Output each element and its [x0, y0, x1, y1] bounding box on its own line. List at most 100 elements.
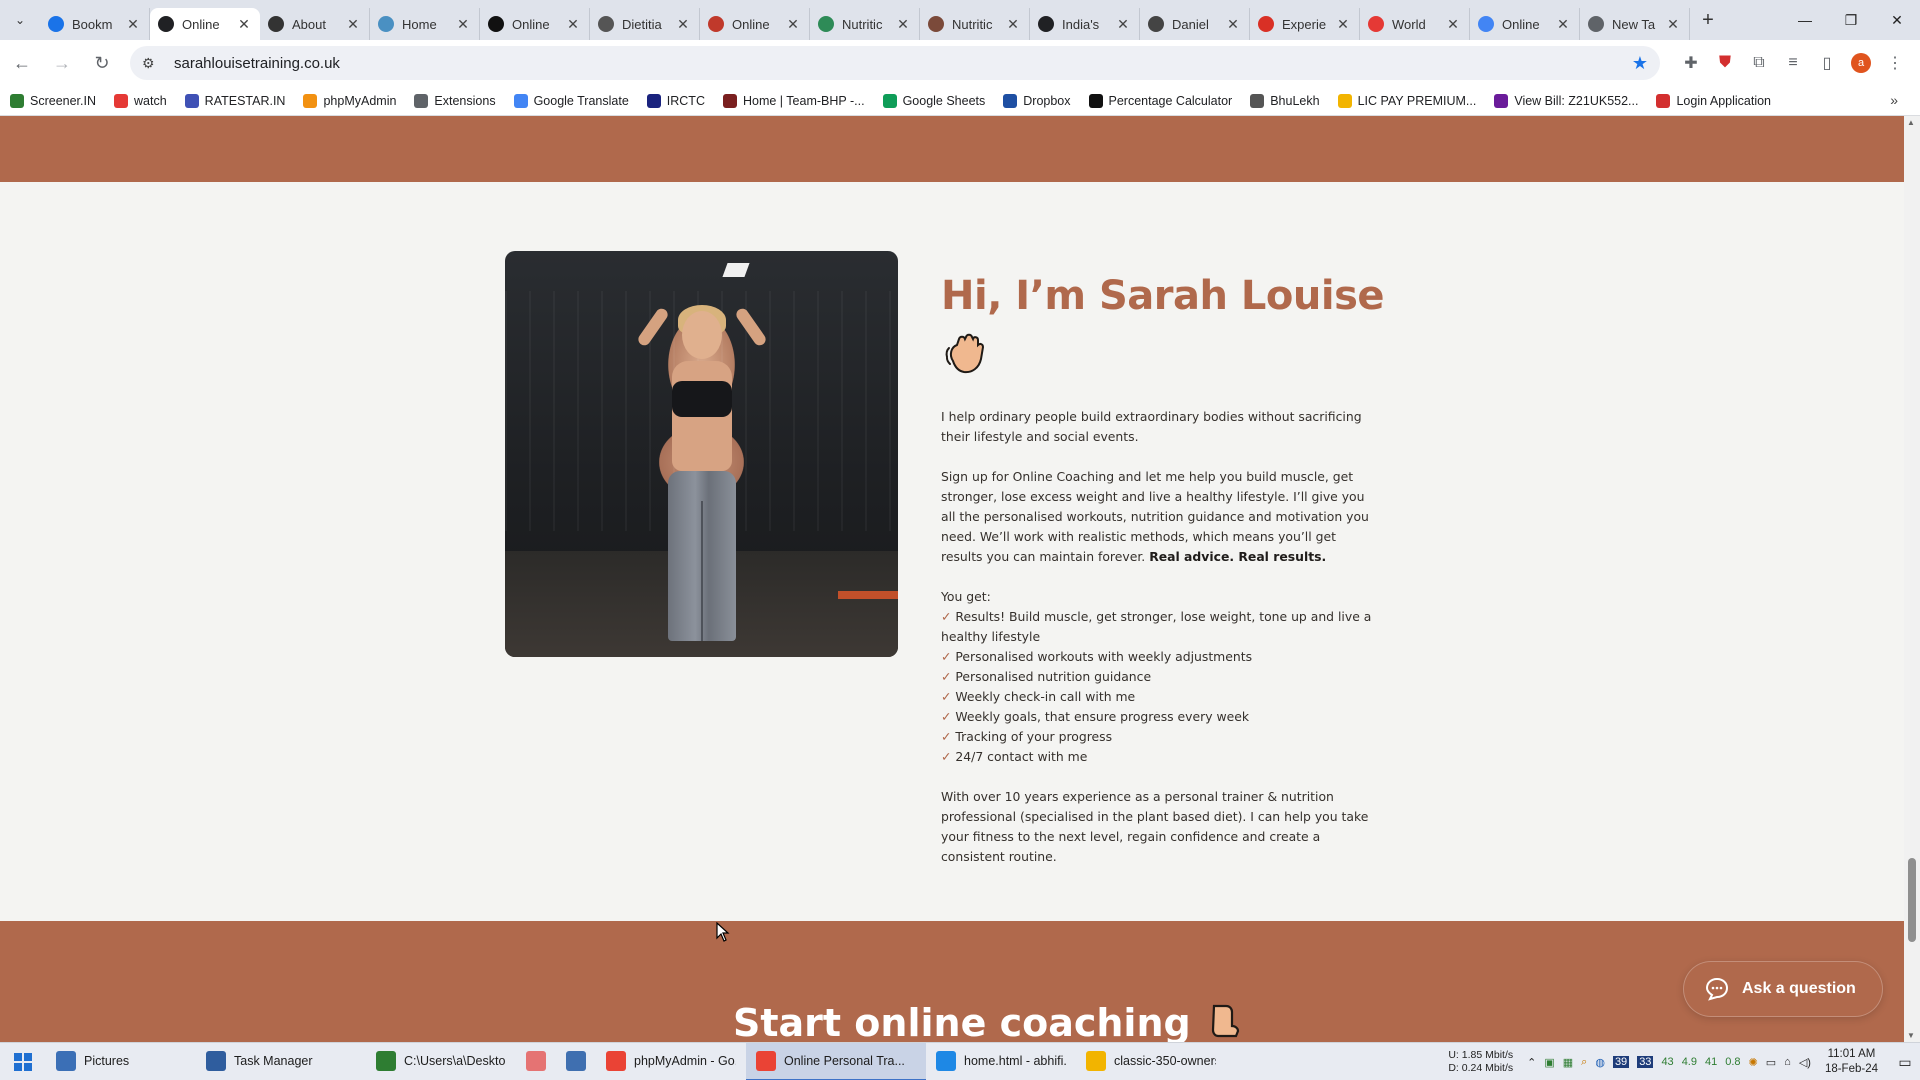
- profile-avatar[interactable]: a: [1844, 53, 1878, 73]
- browser-tab[interactable]: India's ✕: [1030, 8, 1140, 40]
- search-tray-icon[interactable]: ⌕: [1581, 1056, 1587, 1069]
- browser-tab[interactable]: Online ✕: [1470, 8, 1580, 40]
- close-tab-icon[interactable]: ✕: [1335, 16, 1351, 33]
- taskbar-clock[interactable]: 11:01 AM 18-Feb-24: [1825, 1047, 1878, 1077]
- bookmark-label: Login Application: [1676, 93, 1772, 108]
- browser-tab[interactable]: Nutritic ✕: [920, 8, 1030, 40]
- extension-puzzle-icon[interactable]: ✚: [1674, 53, 1708, 73]
- scrollbar-thumb[interactable]: [1908, 858, 1916, 942]
- tab-title: Online: [182, 16, 220, 32]
- tray-app-icon[interactable]: ▣: [1544, 1056, 1554, 1069]
- close-tab-icon[interactable]: ✕: [345, 16, 361, 33]
- taskbar-app-button[interactable]: classic-350-owners...: [1076, 1043, 1226, 1080]
- close-tab-icon[interactable]: ✕: [1005, 16, 1021, 33]
- close-tab-icon[interactable]: ✕: [785, 16, 801, 33]
- taskbar-app-button[interactable]: Task Manager: [196, 1043, 366, 1080]
- forward-arrow-icon[interactable]: →: [44, 45, 80, 81]
- taskbar-app-button[interactable]: [556, 1043, 596, 1080]
- browser-tab[interactable]: Online ✕: [480, 8, 590, 40]
- bookmark-label: LIC PAY PREMIUM...: [1357, 93, 1477, 108]
- browser-tab[interactable]: New Ta ✕: [1580, 8, 1690, 40]
- bookmark-item[interactable]: RATESTAR.IN: [184, 93, 285, 108]
- close-tab-icon[interactable]: ✕: [1555, 16, 1571, 33]
- site-info-icon[interactable]: ⚙: [142, 55, 160, 72]
- bookmark-star-icon[interactable]: ★: [1632, 53, 1648, 74]
- bookmarks-overflow-icon[interactable]: »: [1890, 92, 1898, 108]
- close-tab-icon[interactable]: ✕: [1115, 16, 1131, 33]
- new-tab-plus-icon[interactable]: +: [1690, 9, 1726, 32]
- bookmark-item[interactable]: BhuLekh: [1250, 93, 1320, 108]
- scroll-down-arrow-icon[interactable]: ▼: [1907, 1031, 1915, 1040]
- sun-tray-icon[interactable]: ✺: [1749, 1056, 1758, 1069]
- browser-tab[interactable]: Daniel ✕: [1140, 8, 1250, 40]
- close-tab-icon[interactable]: ✕: [675, 16, 691, 33]
- bookmark-item[interactable]: Google Translate: [513, 93, 629, 108]
- extensions-icon[interactable]: ⧉: [1742, 54, 1776, 72]
- bookmark-item[interactable]: Home | Team-BHP -...: [722, 93, 865, 108]
- taskbar-app-button[interactable]: [516, 1043, 556, 1080]
- close-tab-icon[interactable]: ✕: [455, 16, 471, 33]
- calendar-tray-icon[interactable]: 39: [1612, 1056, 1630, 1068]
- reload-icon[interactable]: ↻: [84, 45, 120, 81]
- bookmark-item[interactable]: Percentage Calculator: [1088, 93, 1232, 108]
- bookmark-item[interactable]: View Bill: Z21UK552...: [1494, 93, 1638, 108]
- minimize-icon[interactable]: —: [1782, 0, 1828, 40]
- bookmark-item[interactable]: Screener.IN: [10, 93, 96, 108]
- tab-title: India's: [1062, 16, 1100, 32]
- close-tab-icon[interactable]: ✕: [895, 16, 911, 33]
- bookmark-item[interactable]: Google Sheets: [882, 93, 986, 108]
- browser-tab[interactable]: Home ✕: [370, 8, 480, 40]
- back-arrow-icon[interactable]: ←: [4, 45, 40, 81]
- tray-app-icon[interactable]: ▦: [1563, 1056, 1573, 1069]
- windows-start-icon[interactable]: [0, 1043, 46, 1080]
- browser-tab[interactable]: Online ✕: [700, 8, 810, 40]
- bookmark-item[interactable]: Dropbox: [1003, 93, 1071, 108]
- notification-icon[interactable]: ▭: [1890, 1054, 1920, 1071]
- browser-tab[interactable]: Experie ✕: [1250, 8, 1360, 40]
- browser-menu-icon[interactable]: ⋮: [1878, 53, 1912, 73]
- side-panel-icon[interactable]: ▯: [1810, 53, 1844, 73]
- taskbar-app-button[interactable]: phpMyAdmin - Go...: [596, 1043, 746, 1080]
- taskbar-app-button[interactable]: Online Personal Tra...: [746, 1042, 926, 1080]
- bookmark-item[interactable]: phpMyAdmin: [303, 93, 396, 108]
- browser-tab[interactable]: Dietitia ✕: [590, 8, 700, 40]
- close-tab-icon[interactable]: ✕: [1225, 16, 1241, 33]
- close-tab-icon[interactable]: ✕: [565, 16, 581, 33]
- battery-icon[interactable]: ▭: [1766, 1056, 1776, 1069]
- network-icon[interactable]: ⌂: [1784, 1056, 1791, 1068]
- bookmark-item[interactable]: LIC PAY PREMIUM...: [1337, 93, 1477, 108]
- browser-tab[interactable]: Bookm ✕: [40, 8, 150, 40]
- taskbar-app-button[interactable]: Pictures: [46, 1043, 196, 1080]
- tab-title: Home: [402, 16, 437, 32]
- address-bar[interactable]: ⚙ sarahlouisetraining.co.uk ★: [130, 46, 1660, 80]
- close-tab-icon[interactable]: ✕: [125, 16, 141, 33]
- browser-tab[interactable]: World ✕: [1360, 8, 1470, 40]
- globe-tray-icon[interactable]: ◍: [1595, 1056, 1605, 1069]
- taskbar-app-button[interactable]: home.html - abhifi...: [926, 1043, 1076, 1080]
- close-tab-icon[interactable]: ✕: [1445, 16, 1461, 33]
- ask-question-button[interactable]: Ask a question: [1683, 961, 1883, 1017]
- leaf-icon: [818, 16, 834, 32]
- bookmark-item[interactable]: IRCTC: [646, 93, 705, 108]
- browser-tab[interactable]: Nutritic ✕: [810, 8, 920, 40]
- close-window-icon[interactable]: ✕: [1874, 0, 1920, 40]
- bookmark-item[interactable]: Login Application: [1656, 93, 1772, 108]
- bookmark-item[interactable]: Extensions: [414, 93, 496, 108]
- adblock-shield-icon[interactable]: ⛊: [1708, 54, 1742, 72]
- browser-tab[interactable]: About ✕: [260, 8, 370, 40]
- restore-icon[interactable]: ❐: [1828, 0, 1874, 40]
- taskbar-app-button[interactable]: C:\Users\a\Desktop...: [366, 1043, 516, 1080]
- tab-search-chevron-icon[interactable]: ⌄: [0, 0, 40, 40]
- tray-expand-chevron-icon[interactable]: ⌃: [1527, 1056, 1536, 1069]
- page-scrollbar[interactable]: ▲ ▼: [1904, 116, 1920, 1042]
- media-control-icon[interactable]: ≡: [1776, 54, 1810, 72]
- volume-icon[interactable]: ◁): [1799, 1056, 1811, 1069]
- bookmark-label: Google Sheets: [902, 93, 986, 108]
- bookmark-item[interactable]: watch: [114, 93, 167, 108]
- scroll-up-arrow-icon[interactable]: ▲: [1907, 118, 1915, 127]
- close-tab-icon[interactable]: ✕: [1665, 16, 1681, 33]
- tab-title: About: [292, 16, 326, 32]
- browser-tab[interactable]: Online ✕: [150, 8, 260, 40]
- calendar-tray-icon[interactable]: 33: [1637, 1056, 1654, 1068]
- close-tab-icon[interactable]: ✕: [236, 16, 252, 33]
